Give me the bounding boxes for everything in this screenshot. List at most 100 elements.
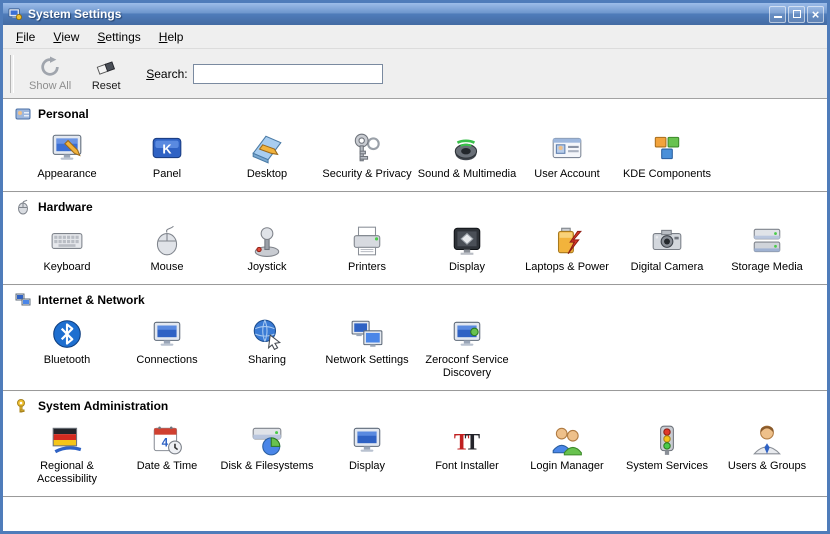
network-section-icon bbox=[15, 292, 31, 308]
display-hw-icon bbox=[450, 224, 484, 258]
module-label: Users & Groups bbox=[728, 460, 806, 473]
section-title: Hardware bbox=[38, 200, 93, 214]
menu-bar: FileViewSettingsHelp bbox=[3, 25, 827, 49]
module-label: Connections bbox=[136, 354, 197, 367]
module-label: System Services bbox=[626, 460, 708, 473]
module-desktop[interactable]: Desktop bbox=[217, 129, 317, 183]
module-panel[interactable]: KPanel bbox=[117, 129, 217, 183]
toolbar-drag-handle[interactable] bbox=[10, 55, 14, 93]
module-login-manager[interactable]: Login Manager bbox=[517, 421, 617, 475]
module-system-services[interactable]: System Services bbox=[617, 421, 717, 475]
svg-text:4: 4 bbox=[162, 436, 169, 449]
storage-media-icon bbox=[750, 224, 784, 258]
show-all-label: Show All bbox=[29, 80, 71, 92]
module-security-privacy[interactable]: Security & Privacy bbox=[317, 129, 417, 183]
appearance-icon bbox=[50, 131, 84, 165]
module-joystick[interactable]: Joystick bbox=[217, 222, 317, 276]
user-account-icon bbox=[550, 131, 584, 165]
module-zeroconf-service-discovery[interactable]: Zeroconf Service Discovery bbox=[417, 315, 517, 382]
title-bar[interactable]: System Settings × bbox=[3, 3, 827, 25]
section-title: Internet & Network bbox=[38, 293, 145, 307]
module-storage-media[interactable]: Storage Media bbox=[717, 222, 817, 276]
section-system-administration: System Administration Regional & Accessib… bbox=[3, 391, 827, 497]
module-keyboard[interactable]: Keyboard bbox=[17, 222, 117, 276]
sound-multimedia-icon bbox=[450, 131, 484, 165]
module-connections[interactable]: Connections bbox=[117, 315, 217, 369]
module-kde-components[interactable]: KDE Components bbox=[617, 129, 717, 183]
section-title: System Administration bbox=[38, 399, 168, 413]
module-regional-accessibility[interactable]: Regional & Accessibility bbox=[17, 421, 117, 488]
bluetooth-icon bbox=[50, 317, 84, 351]
section-separator bbox=[3, 496, 827, 497]
module-label: KDE Components bbox=[623, 168, 711, 181]
module-label: Panel bbox=[153, 168, 181, 181]
printers-icon bbox=[350, 224, 384, 258]
module-display[interactable]: Display bbox=[417, 222, 517, 276]
font-installer-icon: TT bbox=[450, 423, 484, 457]
module-sound-multimedia[interactable]: Sound & Multimedia bbox=[417, 129, 517, 183]
section-header: Hardware bbox=[3, 192, 827, 217]
hardware-section-icon bbox=[15, 199, 31, 215]
close-button[interactable]: × bbox=[807, 6, 824, 23]
menu-help[interactable]: Help bbox=[150, 25, 193, 48]
module-mouse[interactable]: Mouse bbox=[117, 222, 217, 276]
keyboard-icon bbox=[50, 224, 84, 258]
section-items: Bluetooth Connections Sharing Network Setti… bbox=[3, 310, 827, 388]
section-items: Keyboard Mouse Joystick Printers Display Lapt… bbox=[3, 217, 827, 282]
minimize-button[interactable] bbox=[769, 6, 786, 23]
users-groups-icon bbox=[750, 423, 784, 457]
module-font-installer[interactable]: TTFont Installer bbox=[417, 421, 517, 475]
module-users-groups[interactable]: Users & Groups bbox=[717, 421, 817, 475]
desktop-icon bbox=[250, 131, 284, 165]
module-label: Digital Camera bbox=[631, 261, 704, 274]
disk-filesystems-icon bbox=[250, 423, 284, 457]
menu-settings[interactable]: Settings bbox=[88, 25, 149, 48]
module-label: Network Settings bbox=[325, 354, 408, 367]
section-items: AppearanceKPanel Desktop Security & Privac… bbox=[3, 124, 827, 189]
module-sharing[interactable]: Sharing bbox=[217, 315, 317, 369]
module-label: Laptops & Power bbox=[525, 261, 609, 274]
module-label: Regional & Accessibility bbox=[17, 460, 117, 486]
search-input[interactable] bbox=[193, 64, 383, 84]
digital-camera-icon bbox=[650, 224, 684, 258]
module-printers[interactable]: Printers bbox=[317, 222, 417, 276]
module-bluetooth[interactable]: Bluetooth bbox=[17, 315, 117, 369]
reset-label: Reset bbox=[92, 80, 121, 92]
module-label: Joystick bbox=[247, 261, 286, 274]
window-icon bbox=[8, 7, 22, 21]
search-label: Search: bbox=[146, 67, 187, 81]
menu-view[interactable]: View bbox=[44, 25, 88, 48]
show-all-button[interactable]: Show All bbox=[20, 52, 80, 96]
section-title: Personal bbox=[38, 107, 89, 121]
module-appearance[interactable]: Appearance bbox=[17, 129, 117, 183]
window-controls: × bbox=[769, 6, 824, 23]
module-user-account[interactable]: User Account bbox=[517, 129, 617, 183]
laptops-power-icon bbox=[550, 224, 584, 258]
section-header: Internet & Network bbox=[3, 285, 827, 310]
security-privacy-icon bbox=[350, 131, 384, 165]
module-label: Display bbox=[349, 460, 385, 473]
reset-button[interactable]: Reset bbox=[80, 52, 132, 96]
module-digital-camera[interactable]: Digital Camera bbox=[617, 222, 717, 276]
module-date-time[interactable]: 4Date & Time bbox=[117, 421, 217, 475]
personal-section-icon bbox=[15, 106, 31, 122]
menu-file[interactable]: File bbox=[7, 25, 44, 48]
module-label: Mouse bbox=[150, 261, 183, 274]
module-network-settings[interactable]: Network Settings bbox=[317, 315, 417, 369]
svg-text:T: T bbox=[465, 429, 481, 455]
module-label: Sharing bbox=[248, 354, 286, 367]
connections-icon bbox=[150, 317, 184, 351]
date-time-icon: 4 bbox=[150, 423, 184, 457]
close-icon: × bbox=[812, 8, 820, 21]
section-items: Regional & Accessibility4Date & TimeDisk… bbox=[3, 416, 827, 494]
module-label: Desktop bbox=[247, 168, 287, 181]
module-label: Sound & Multimedia bbox=[418, 168, 516, 181]
regional-icon bbox=[50, 423, 84, 457]
system-settings-window: System Settings × FileViewSettingsHelp S… bbox=[0, 0, 830, 534]
module-laptops-power[interactable]: Laptops & Power bbox=[517, 222, 617, 276]
module-display[interactable]: Display bbox=[317, 421, 417, 475]
window-title: System Settings bbox=[28, 7, 769, 21]
module-disk-filesystems[interactable]: Disk & Filesystems bbox=[217, 421, 317, 475]
module-label: Printers bbox=[348, 261, 386, 274]
maximize-button[interactable] bbox=[788, 6, 805, 23]
